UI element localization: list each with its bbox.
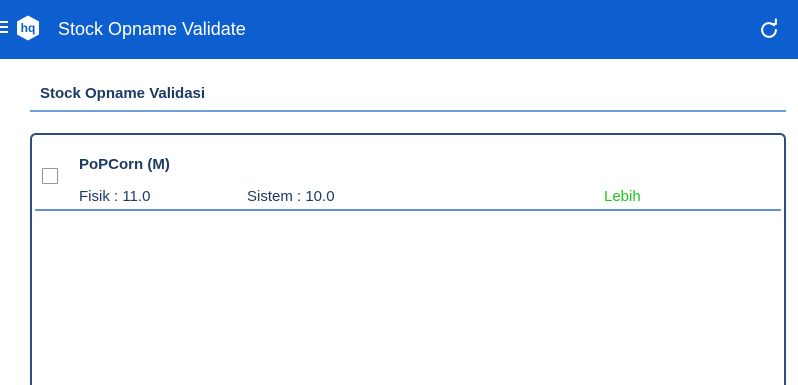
- app-bar: hq Stock Opname Validate: [0, 0, 798, 59]
- item-list: PoPCorn (M) Fisik : 11.0 Sistem : 10.0 L…: [30, 133, 786, 385]
- refresh-icon[interactable]: [758, 18, 780, 40]
- section-title: Stock Opname Validasi: [40, 85, 206, 102]
- item-fisik-value: Fisik : 11.0: [79, 188, 151, 205]
- item-name: PoPCorn (M): [79, 156, 170, 173]
- app-logo-icon: hq: [17, 15, 39, 41]
- item-divider: [35, 209, 781, 211]
- app-title: Stock Opname Validate: [58, 19, 246, 39]
- menu-icon[interactable]: [0, 21, 11, 35]
- item-checkbox[interactable]: [42, 168, 58, 184]
- svg-text:hq: hq: [21, 21, 36, 35]
- item-sistem-value: Sistem : 10.0: [247, 188, 335, 205]
- item-status-badge: Lebih: [604, 188, 641, 205]
- section-divider: [30, 110, 786, 112]
- list-item[interactable]: PoPCorn (M) Fisik : 11.0 Sistem : 10.0 L…: [32, 135, 784, 213]
